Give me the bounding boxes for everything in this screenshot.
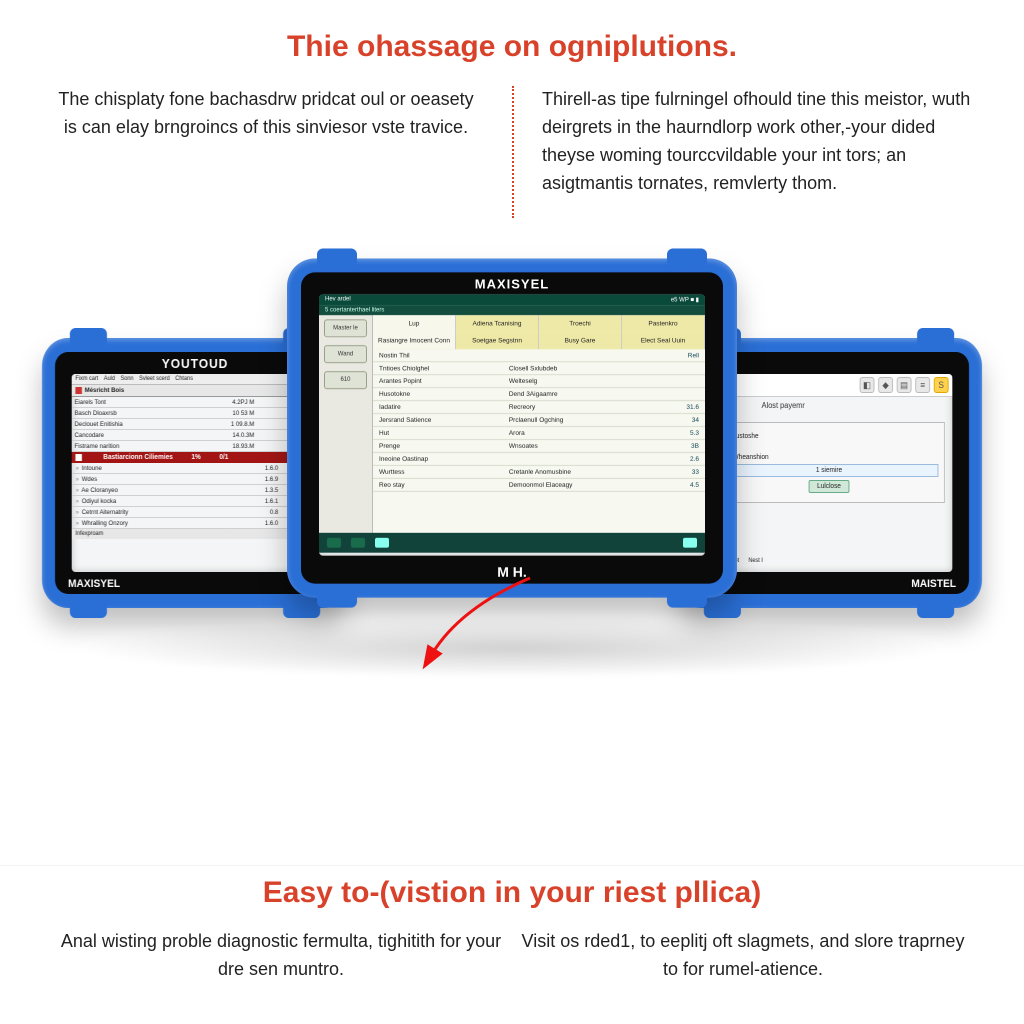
table-row[interactable]: HutArora5.3 [373,426,705,439]
footer-icon[interactable] [351,537,365,547]
tab[interactable]: Lup [373,315,456,332]
device-right-screen[interactable]: ◧◆▤≡S Kuis 3 Alost payemr Justoshe Pala … [706,374,953,572]
panel-row-field: Pala [720,443,939,450]
center-tabs[interactable]: LupAdiena TcanisingTroechiPastenkro [373,315,705,332]
top-left-paragraph: The chisplaty fone bachasdrw pridcat oul… [50,86,512,198]
toolbar-icon[interactable]: ▤ [897,377,912,393]
tab[interactable]: Elect Seal Uuin [622,332,705,349]
menu-item[interactable]: Chtans [175,376,193,382]
center-footer-bar[interactable] [319,532,705,552]
tab[interactable]: Adiena Tcanising [456,315,539,332]
table-row[interactable]: Declouet Enitishia1 09.8.M14.3S [72,418,319,429]
table-row[interactable]: » Intoune1.6.03.5 [72,463,319,474]
device-left-screen[interactable]: Fixm cart Auld Sonn Svleet scerd Chtans Mésr… [72,374,319,572]
table-row[interactable]: HusotokneDend 3Aigaamre [373,387,705,400]
top-headline: Thie ohassage on ogniplutions. [50,30,974,64]
center-sidebar[interactable]: Master le Wand 610 [319,315,373,532]
table-row[interactable]: PrengeWnsoates3B [373,439,705,452]
table-row[interactable]: Fistrame narition18.93.MM4 14 [72,440,319,451]
toolbar-icon[interactable]: S [934,377,949,393]
panel-row-2[interactable]: Wheanshion [720,453,939,461]
footer-link[interactable]: Nest I [748,558,763,564]
toolbar-icon[interactable]: ◆ [878,377,893,393]
table-row[interactable]: Cancodare14.0.3MM.0.1 [72,429,319,440]
device-right-panel: Justoshe Pala Wheanshion 1 siemire Lulcl… [713,422,945,503]
menu-item[interactable]: Fixm cart [75,376,98,382]
toolbar-icon[interactable]: ◧ [860,377,875,393]
table-row[interactable]: Tntioes ChiolghelClosell Sxlubdeb [373,361,705,374]
bottom-text-block: Easy to-(vistion in your riest pllica) A… [0,865,1024,1024]
center-topbar: Hev ardel e5 WP ■ ▮ [319,294,705,305]
table-row[interactable]: » Wdes1.6.94.5 [72,473,319,484]
table-row[interactable]: Ineoine Oastinap2.6 [373,452,705,465]
footer-icon[interactable] [375,537,389,547]
menu-item[interactable]: Auld [104,376,115,382]
sidebar-button[interactable]: Master le [324,319,367,337]
table-row[interactable]: » Ae Cloranyeo1.3.50.5 [72,484,319,495]
table-row[interactable]: Nostin ThilRell [373,349,705,361]
toolbar-icon[interactable]: ≡ [915,377,930,393]
tab[interactable]: Troechi [539,315,622,332]
table-row[interactable]: Jersrand SatiencePrclaenull Ogching34 [373,413,705,426]
panel-action-button[interactable]: Lulclose [809,480,850,493]
center-subtabs[interactable]: Rasiangre Imocent ConnSoetgae SegstnnBus… [373,332,705,349]
device-left-table2[interactable]: » Intoune1.6.03.5» Wdes1.6.94.5» Ae Clor… [72,463,319,529]
device-left-section2-header: Bastiarcionn Ciliemies 1% 0/1 [72,452,319,463]
top-right-paragraph: Thirell-as tipe fulrningel ofhould tine … [512,86,974,198]
center-subtitle: 5 coertanterthael liters [319,305,705,315]
callout-arrow-icon [420,568,540,673]
tab[interactable]: Busy Gare [539,332,622,349]
device-center-screen[interactable]: Hev ardel e5 WP ■ ▮ 5 coertanterthael li… [319,294,705,555]
table-row[interactable]: » Whralling Onzory1.6.00.8 [72,517,319,528]
device-left-menubar[interactable]: Fixm cart Auld Sonn Svleet scerd Chtans [72,374,319,385]
sidebar-button[interactable]: Wand [324,345,367,363]
menu-item[interactable]: Sonn [121,376,134,382]
table-row[interactable]: » Odiyul kocka1.6.12.0 [72,495,319,506]
device-right-toolbar[interactable]: ◧◆▤≡S [706,374,953,397]
device-center-brand-top: MAXISYEL [301,276,723,291]
table-row[interactable]: Eiarels Tont4.2PJ M1.1:5 3L [72,397,319,408]
top-columns: The chisplaty fone bachasdrw pridcat oul… [50,86,974,198]
bottom-headline: Easy to-(vistion in your riest pllica) [50,876,974,910]
device-left-brand-bottom: MAXISYEL [68,578,120,590]
table-row[interactable]: » Cetrnt Aiternatrity0.85.9 [72,506,319,517]
column-divider [512,86,514,218]
sidebar-button[interactable]: 610 [324,371,367,389]
table-row[interactable]: WurttessCretanle Anomusbine33 [373,465,705,478]
footer-icon[interactable] [683,537,697,547]
table-row[interactable]: Arantes PopintWelteselg [373,374,705,387]
panel-row-value: 1 siemire [720,464,939,477]
table-row[interactable]: Reo stayDemoonmol Elaceagy4.5 [373,478,705,491]
table-row[interactable]: Basch Dloaxrsb10 53 MMA1.3C [72,407,319,418]
top-text-block: Thie ohassage on ogniplutions. The chisp… [0,0,1024,208]
device-stage: YOUTOUD MAXISYEL Fixm cartAuldSonnSvleet… [0,218,1024,718]
device-right-brand-bottom: MAISTEL [911,578,956,590]
bottom-right-paragraph: Visit os rded1, to eeplitj oft slagmets,… [512,928,974,984]
table-row[interactable]: IadatireRecreory31.6 [373,400,705,413]
tab[interactable]: Soetgae Segstnn [456,332,539,349]
device-left-footer: Infexproam [72,529,319,539]
device-right-header: Kuis 3 Alost payemr [706,397,953,414]
tab[interactable]: Rasiangre Imocent Conn [373,332,456,349]
device-center: MAXISYEL M H. Hev ardel e5 WP ■ ▮ 5 coer… [287,258,737,597]
bottom-left-paragraph: Anal wisting proble diagnostic fermulta,… [50,928,512,984]
tab[interactable]: Pastenkro [622,315,705,332]
panel-row-1[interactable]: Justoshe [720,432,939,440]
device-left-table1[interactable]: Eiarels Tont4.2PJ M1.1:5 3LBasch Dloaxrs… [72,397,319,452]
center-data-table[interactable]: Nostin ThilRellTntioes ChiolghelClosell … [373,349,705,492]
device-left-section1-title: Mésricht Bois [72,385,319,397]
footer-icon[interactable] [327,537,341,547]
menu-item[interactable]: Svleet scerd [139,376,170,382]
